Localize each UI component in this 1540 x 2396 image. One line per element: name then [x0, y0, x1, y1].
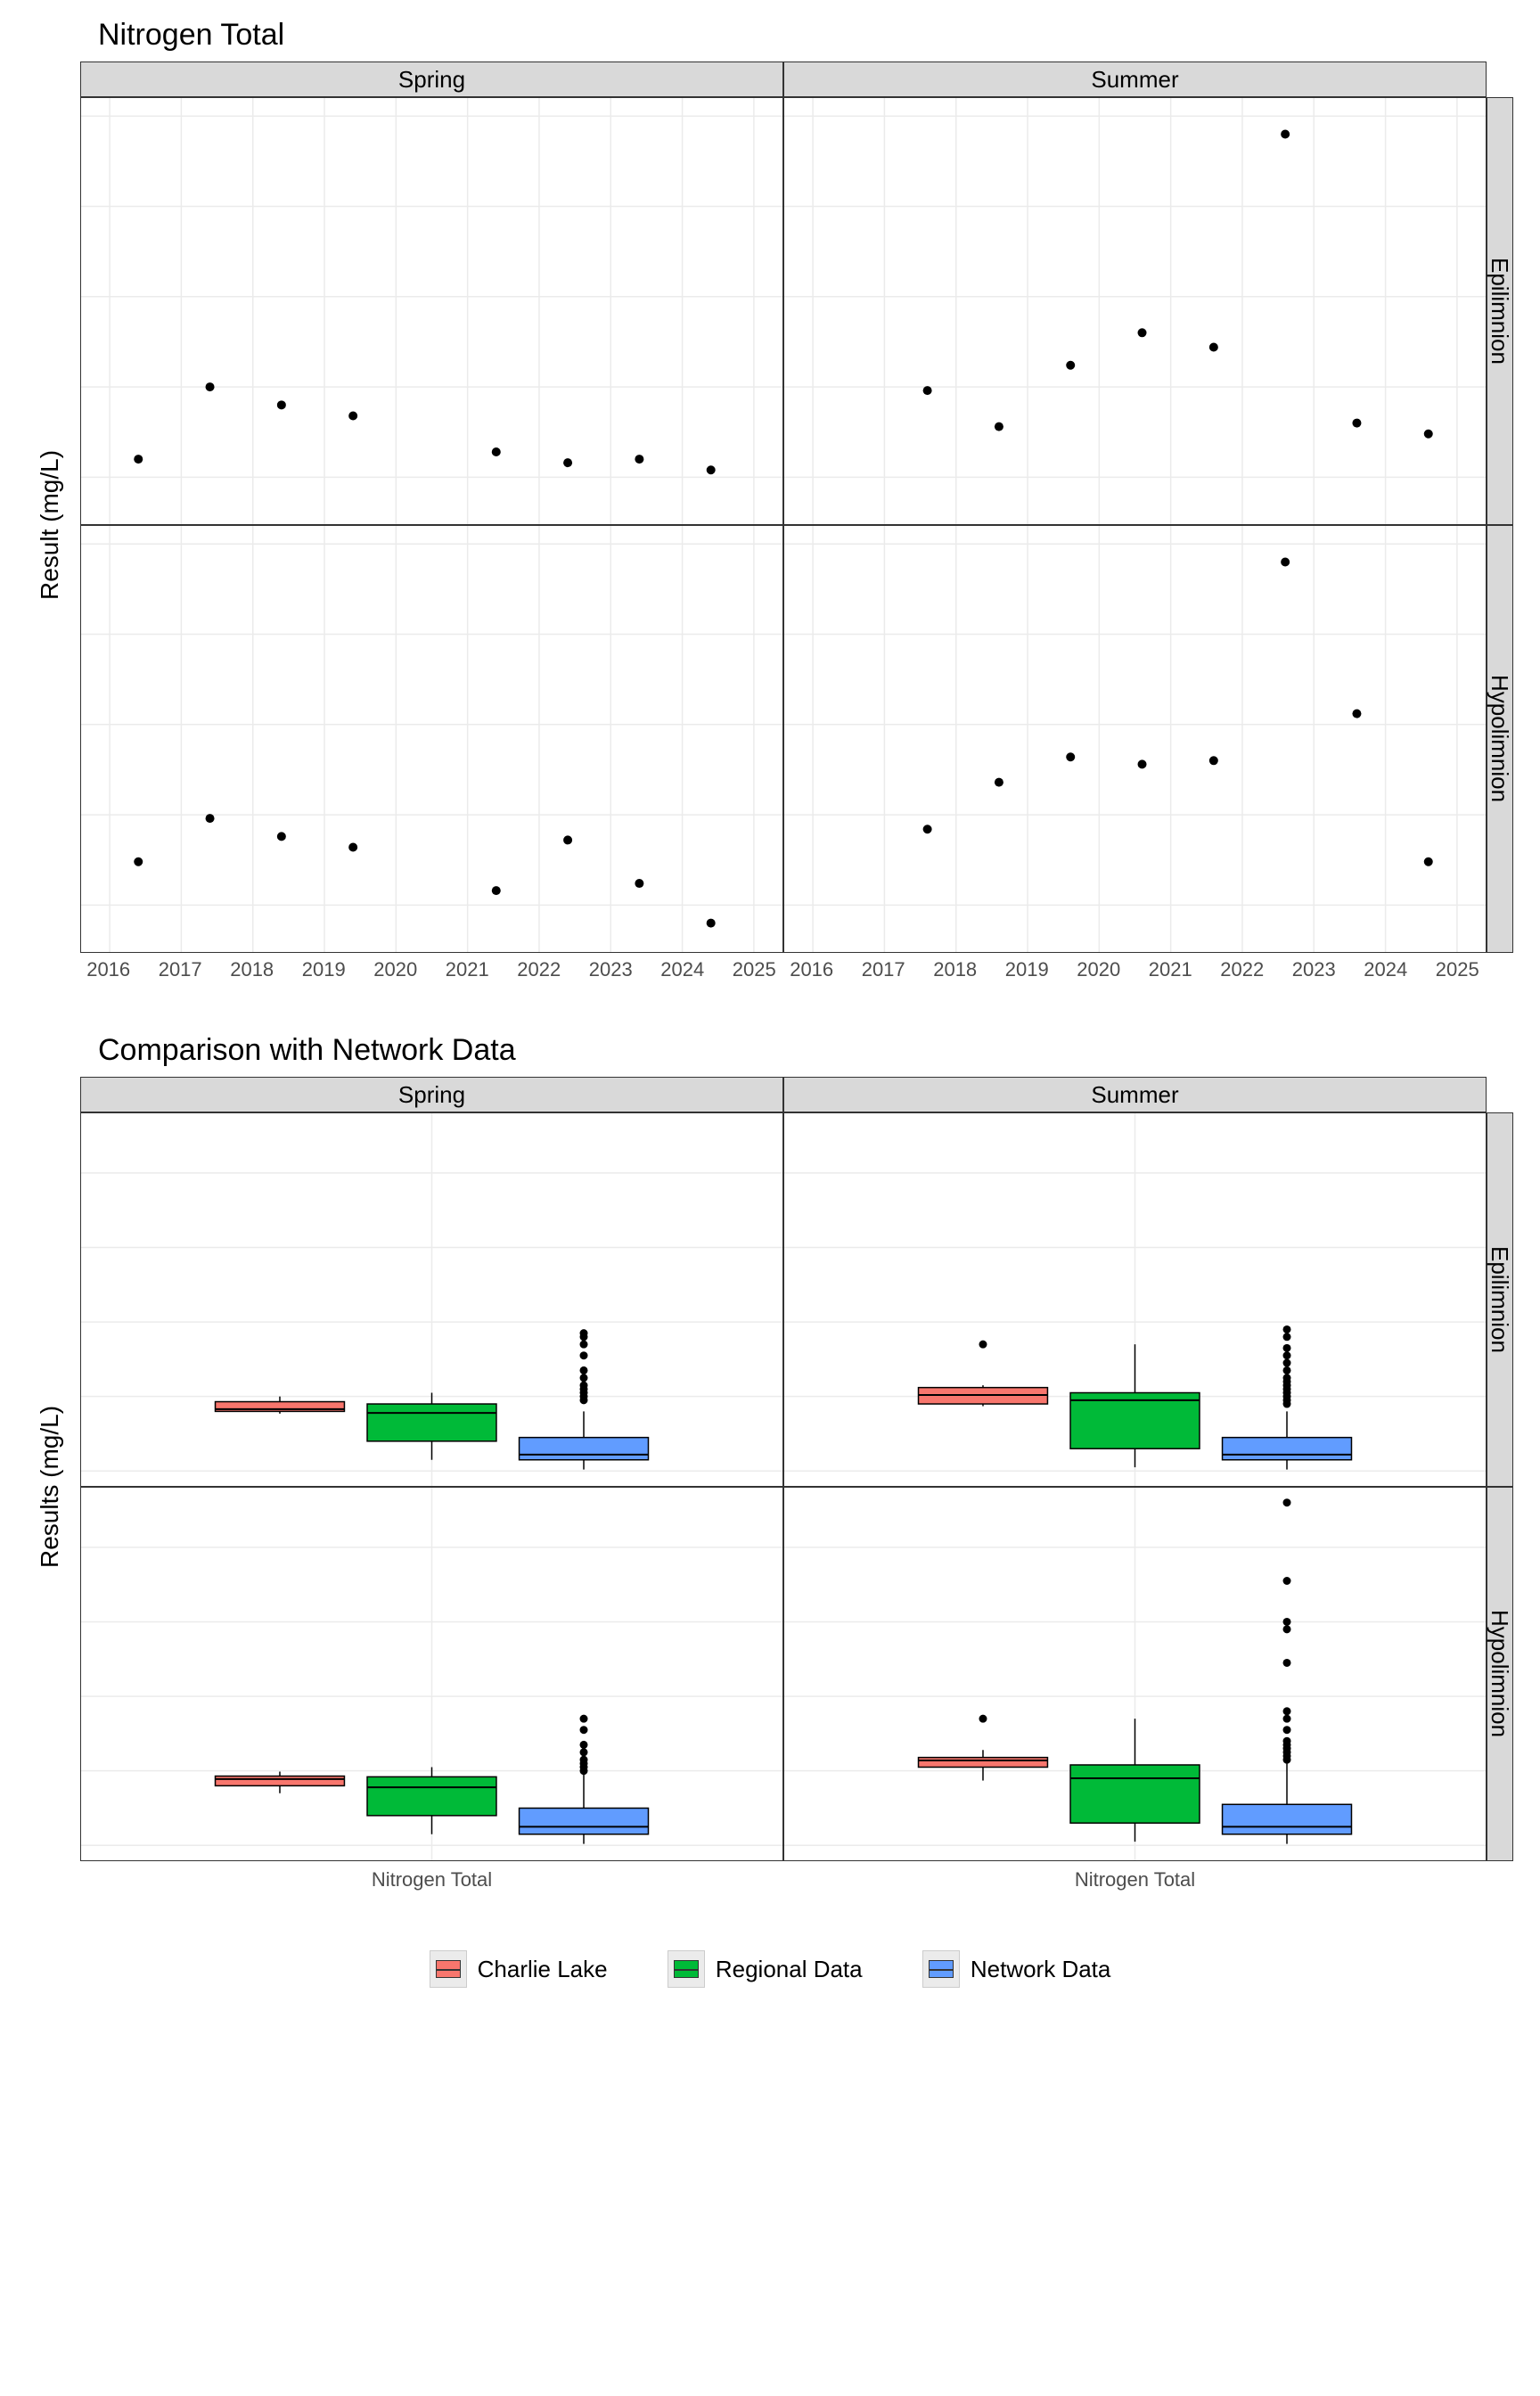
- legend-regional: Regional Data: [668, 1950, 863, 1988]
- legend: Charlie Lake Regional Data Network Data: [0, 1924, 1540, 2023]
- facet-row-hypo-2: Hypolimnion: [1487, 1487, 1513, 1861]
- legend-charlie-lake: Charlie Lake: [430, 1950, 608, 1988]
- scatter-y-label: Result (mg/L): [27, 97, 80, 953]
- box-title: Comparison with Network Data: [27, 1033, 1513, 1068]
- legend-label: Charlie Lake: [478, 1956, 608, 1983]
- legend-label: Regional Data: [716, 1956, 863, 1983]
- box-panel-summer-epi: [783, 1112, 1487, 1487]
- scatter-title: Nitrogen Total: [27, 18, 1513, 53]
- facet-row-hypo: Hypolimnion: [1487, 525, 1513, 953]
- box-panel-spring-epi: 01234: [80, 1112, 783, 1487]
- legend-network: Network Data: [922, 1950, 1111, 1988]
- scatter-chart-block: Nitrogen Total Spring Summer Result (mg/…: [0, 0, 1540, 1015]
- panel-spring-epi: 0.751.001.251.501.75: [80, 97, 783, 525]
- box-panel-spring-hypo: 01234: [80, 1487, 783, 1861]
- panel-spring-hypo: 0.751.001.251.501.75: [80, 525, 783, 953]
- legend-label: Network Data: [971, 1956, 1111, 1983]
- facet-col-spring-2: Spring: [80, 1077, 783, 1112]
- facet-col-summer-2: Summer: [783, 1077, 1487, 1112]
- scatter-x-labels: 2016201720182019202020212022202320242025…: [80, 953, 1487, 1006]
- box-chart-block: Comparison with Network Data Spring Summ…: [0, 1015, 1540, 1924]
- scatter-facet-grid: Spring Summer Result (mg/L) 0.751.001.25…: [27, 62, 1513, 1006]
- facet-row-epi: Epilimnion: [1487, 97, 1513, 525]
- panel-summer-epi: [783, 97, 1487, 525]
- box-facet-grid: Spring Summer Results (mg/L) 01234 Epili…: [27, 1077, 1513, 1915]
- facet-col-spring: Spring: [80, 62, 783, 97]
- box-x-labels: Nitrogen Total Nitrogen Total: [80, 1861, 1487, 1915]
- panel-summer-hypo: [783, 525, 1487, 953]
- facet-col-summer: Summer: [783, 62, 1487, 97]
- box-y-label: Results (mg/L): [27, 1112, 80, 1861]
- facet-row-epi-2: Epilimnion: [1487, 1112, 1513, 1487]
- box-panel-summer-hypo: [783, 1487, 1487, 1861]
